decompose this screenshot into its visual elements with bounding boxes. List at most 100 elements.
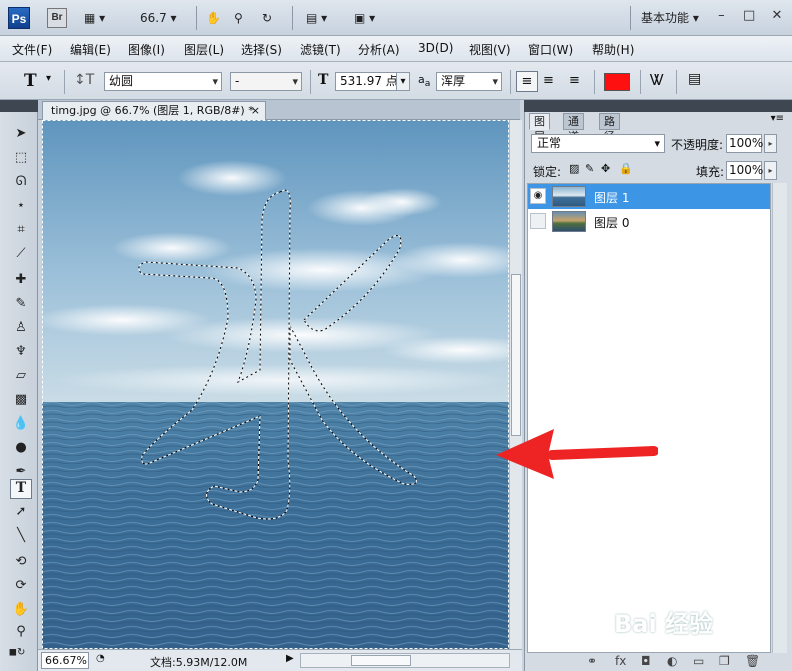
align-center-button[interactable]: ≡ [543,73,554,88]
menu-analysis[interactable]: 分析(A) [358,41,400,58]
blur-tool-icon[interactable]: 💧 [10,414,32,434]
color-swatches-icon[interactable]: ◼↻ [6,643,28,663]
menu-3d[interactable]: 3D(D) [418,41,453,55]
delete-layer-icon[interactable]: 🗑 [745,654,760,668]
link-layers-icon[interactable]: ⚭ [587,654,597,668]
lock-pixels-icon[interactable]: ✎ [585,162,594,175]
align-left-button[interactable]: ≡ [516,71,538,92]
zoom-tool-icon[interactable]: ⚲ [234,8,243,28]
dodge-tool-icon[interactable]: ● [10,438,32,458]
menu-edit[interactable]: 编辑(E) [70,41,111,58]
marquee-tool-icon[interactable]: ⬚ [10,148,32,168]
document-tab[interactable]: timg.jpg @ 66.7% (图层 1, RGB/8#) * × [42,101,266,120]
magic-wand-tool-icon[interactable]: ⋆ [10,196,32,216]
menu-help[interactable]: 帮助(H) [592,41,634,58]
lasso-tool-icon[interactable]: ᘏ [10,172,32,192]
3d-rotate-tool-icon[interactable]: ⟲ [10,552,32,572]
warp-text-icon[interactable]: Ꮤ [650,71,664,89]
menu-select[interactable]: 选择(S) [241,41,282,58]
workspace-switcher[interactable]: 基本功能 ▾ [641,9,699,26]
canvas-scroll-thumb[interactable] [511,274,521,436]
font-style-select[interactable]: - [230,72,302,91]
canvas-horizontal-scrollbar[interactable] [300,653,510,668]
lock-position-icon[interactable]: ✥ [601,162,610,175]
status-zoom-field[interactable]: 66.67% [41,652,89,669]
line-tool-icon[interactable]: ╲ [10,526,32,546]
new-layer-icon[interactable]: ❐ [719,654,730,668]
status-info-icon[interactable]: ◔ [96,653,105,664]
hand-tool-icon[interactable]: ✋ [10,600,32,620]
font-size-dropdown[interactable]: ▾ [396,72,410,91]
new-group-icon[interactable]: ▭ [693,654,704,668]
bridge-button[interactable]: Br [47,8,67,28]
rotate-view-icon[interactable]: ↻ [262,8,272,28]
history-brush-tool-icon[interactable]: ♆ [10,342,32,362]
text-tool-preset[interactable]: T [24,71,37,91]
menu-window[interactable]: 窗口(W) [528,41,573,58]
gradient-tool-icon[interactable]: ▩ [10,390,32,410]
screen-mode-button[interactable]: ▣ ▾ [354,8,375,28]
tab-channels[interactable]: 通道 [563,113,584,143]
menu-image[interactable]: 图像(I) [128,41,165,58]
menu-view[interactable]: 视图(V) [469,41,511,58]
adjustment-layer-icon[interactable]: ◐ [667,654,677,668]
layer-style-icon[interactable]: fx [615,654,626,668]
status-zoom-value: 66.67% [45,654,87,667]
font-family-select[interactable]: 幼圆 [104,72,222,91]
layers-panel-header[interactable] [524,100,792,112]
eyedropper-tool-icon[interactable]: ⟋ [10,244,32,264]
layer-visibility-toggle[interactable] [530,213,546,229]
fill-slider-arrow[interactable]: ▸ [764,161,777,180]
lock-all-icon[interactable]: 🔒 [619,162,633,175]
hand-tool-icon[interactable]: ✋ [206,8,221,28]
move-tool-icon[interactable]: ➤ [10,124,32,144]
path-selection-tool-icon[interactable]: ➚ [10,502,32,522]
antialias-icon: aa [418,73,431,90]
canvas-hscroll-thumb[interactable] [351,655,411,666]
opacity-field[interactable]: 100% [726,134,764,153]
document-canvas[interactable] [42,120,509,649]
layer-visibility-eye-icon[interactable]: ◉ [530,188,546,204]
eraser-tool-icon[interactable]: ▱ [10,366,32,386]
brush-tool-icon[interactable]: ✎ [10,294,32,314]
text-color-swatch[interactable] [604,73,630,91]
minimize-button[interactable]: – [712,8,730,23]
tools-panel-header[interactable] [0,100,38,112]
lock-transparency-icon[interactable]: ▨ [569,162,579,175]
zoom-level-dropdown[interactable]: 66.7 ▾ [140,8,177,28]
character-panel-icon[interactable]: ▤ [688,71,701,87]
clone-stamp-tool-icon[interactable]: ♙ [10,318,32,338]
layer-row-0[interactable]: 图层 0 [528,209,770,234]
canvas-vertical-scrollbar[interactable] [509,120,522,649]
type-tool-icon[interactable]: T [10,479,32,499]
screen-mode-icon[interactable]: ▦ ▾ [84,8,105,28]
menu-bar: 文件(F) 编辑(E) 图像(I) 图层(L) 选择(S) 滤镜(T) 分析(A… [0,36,792,62]
panel-menu-icon[interactable]: ▾≡ [771,113,784,124]
close-button[interactable]: ✕ [768,8,786,23]
opacity-slider-arrow[interactable]: ▸ [764,134,777,153]
zoom-tool-icon[interactable]: ⚲ [10,622,32,642]
layer-mask-icon[interactable]: ◘ [641,654,651,668]
menu-file[interactable]: 文件(F) [12,41,52,58]
align-right-button[interactable]: ≡ [569,73,580,88]
blend-mode-value: 正常 [537,136,562,150]
menu-layer[interactable]: 图层(L) [184,41,224,58]
close-document-icon[interactable]: × [251,102,260,119]
menu-filter[interactable]: 滤镜(T) [300,41,341,58]
healing-brush-tool-icon[interactable]: ✚ [10,270,32,290]
fill-field[interactable]: 100% [726,161,763,180]
tab-paths[interactable]: 路径 [599,113,620,143]
arrange-documents-icon[interactable]: ▤ ▾ [306,8,327,28]
layers-scrollbar[interactable] [772,183,787,653]
crop-tool-icon[interactable]: ⌗ [10,220,32,240]
status-menu-arrow[interactable]: ▶ [286,653,294,664]
blend-mode-select[interactable]: 正常 [531,134,665,153]
layer-row-1[interactable]: ◉ 图层 1 [528,184,770,209]
tab-layers[interactable]: 图层 [529,113,550,143]
opacity-value: 100% [729,136,764,150]
tool-preset-dropdown[interactable]: ▾ [46,73,51,84]
antialias-select[interactable]: 浑厚 [436,72,502,91]
3d-orbit-tool-icon[interactable]: ⟳ [10,576,32,596]
maximize-button[interactable]: □ [740,8,758,23]
text-orientation-icon[interactable]: ↕T [74,72,94,88]
